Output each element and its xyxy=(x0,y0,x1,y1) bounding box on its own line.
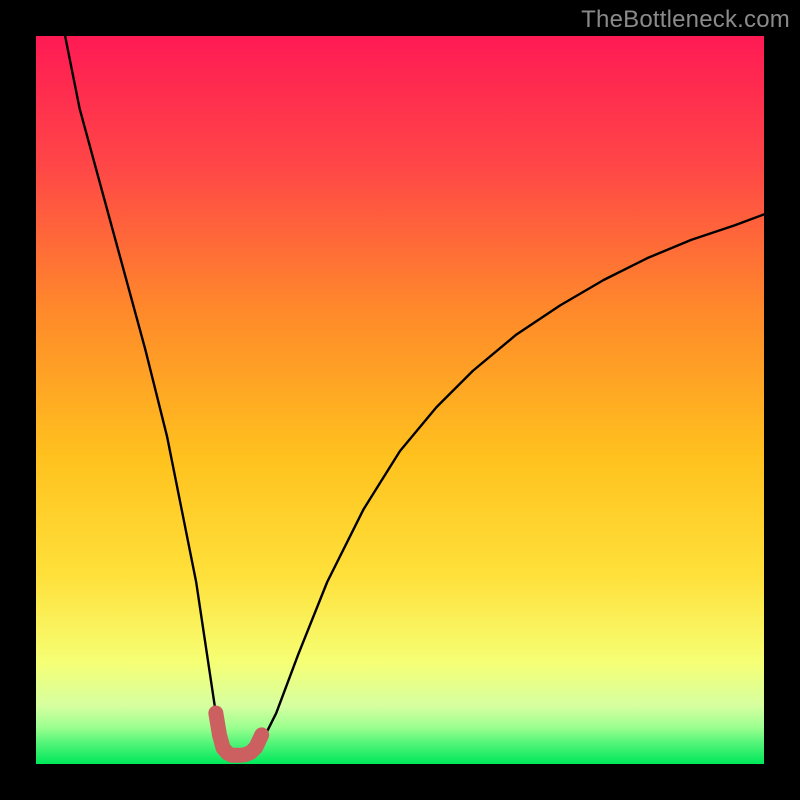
chart-svg xyxy=(36,36,764,764)
plot-area xyxy=(36,36,764,764)
watermark-text: TheBottleneck.com xyxy=(581,6,790,34)
chart-frame: TheBottleneck.com xyxy=(0,0,800,800)
gradient-background xyxy=(36,36,764,764)
